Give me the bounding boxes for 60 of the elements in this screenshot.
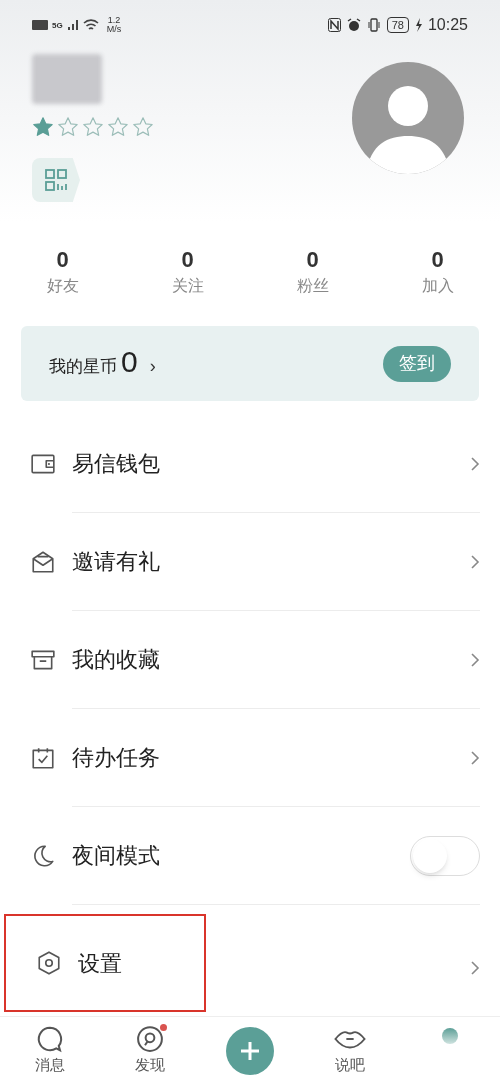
menu-item[interactable]: 易信钱包 bbox=[0, 415, 500, 513]
charging-icon bbox=[414, 18, 422, 32]
stat-value: 0 bbox=[56, 246, 69, 274]
plus-icon bbox=[239, 1039, 261, 1062]
chevron-right-icon bbox=[470, 553, 480, 570]
menu-item[interactable]: 待办任务 bbox=[0, 709, 500, 807]
sim-card-icon bbox=[32, 20, 48, 30]
target-icon bbox=[135, 1024, 165, 1055]
stat-value: 0 bbox=[181, 246, 194, 274]
empty-star-icon bbox=[57, 116, 79, 138]
menu-label: 设置 bbox=[78, 949, 122, 978]
chevron-right-icon bbox=[470, 749, 480, 766]
chevron-right-icon bbox=[470, 960, 480, 976]
alarm-icon bbox=[346, 18, 361, 32]
empty-star-icon bbox=[82, 116, 104, 138]
stat-value: 0 bbox=[431, 246, 444, 274]
night-mode-switch[interactable] bbox=[410, 835, 480, 876]
network-type: 5G bbox=[52, 20, 63, 32]
menu-label: 我的收藏 bbox=[72, 646, 160, 674]
stat-label: 好友 bbox=[46, 276, 79, 296]
checklist-icon bbox=[30, 745, 56, 771]
vibrate-icon bbox=[366, 18, 381, 32]
coin-value: 0 bbox=[121, 347, 138, 377]
stat-label: 粉丝 bbox=[296, 276, 329, 296]
speed-value: 1.2 bbox=[106, 16, 122, 25]
menu-item[interactable]: 设置 bbox=[4, 914, 206, 1012]
empty-star-icon bbox=[132, 116, 154, 138]
qr-code-button[interactable] bbox=[32, 158, 80, 202]
menu-toggle-row[interactable]: 夜间模式 bbox=[0, 807, 500, 905]
menu-label: 易信钱包 bbox=[72, 450, 160, 478]
wifi-icon bbox=[82, 18, 99, 32]
empty-star-icon bbox=[107, 116, 129, 138]
envelope-icon bbox=[30, 549, 56, 575]
chevron-right-icon bbox=[470, 651, 480, 668]
stat-value: 0 bbox=[306, 246, 319, 274]
battery-level: 78 bbox=[386, 17, 409, 33]
menu-label: 待办任务 bbox=[72, 744, 160, 772]
nav-tab[interactable]: 发现 bbox=[135, 1024, 165, 1077]
menu-label: 邀请有礼 bbox=[72, 548, 160, 576]
coin-card[interactable]: 我的星币 0 › 签到 bbox=[21, 326, 479, 401]
clock: 10:25 bbox=[427, 15, 468, 35]
qr-code-icon bbox=[45, 169, 67, 191]
coin-label: 我的星币 bbox=[49, 356, 117, 378]
signal-icon bbox=[66, 19, 79, 31]
add-button[interactable] bbox=[226, 1026, 274, 1075]
speed-unit: M/s bbox=[106, 25, 122, 34]
hexagon-icon bbox=[36, 950, 62, 976]
menu-label: 夜间模式 bbox=[72, 842, 160, 870]
nav-tab[interactable]: 说吧 bbox=[333, 1024, 367, 1077]
filled-star-icon bbox=[32, 116, 54, 138]
chat-bubble-icon bbox=[35, 1024, 65, 1055]
blurred-name bbox=[32, 54, 102, 104]
nfc-icon bbox=[327, 18, 341, 32]
nav-tab[interactable]: 消息 bbox=[35, 1024, 65, 1077]
chevron-right-icon bbox=[470, 455, 480, 472]
stat-label: 加入 bbox=[421, 276, 454, 296]
menu-item[interactable]: 我的收藏 bbox=[0, 611, 500, 709]
stat-label: 关注 bbox=[171, 276, 204, 296]
menu-item[interactable]: 邀请有礼 bbox=[0, 513, 500, 611]
chevron: › bbox=[149, 355, 156, 378]
